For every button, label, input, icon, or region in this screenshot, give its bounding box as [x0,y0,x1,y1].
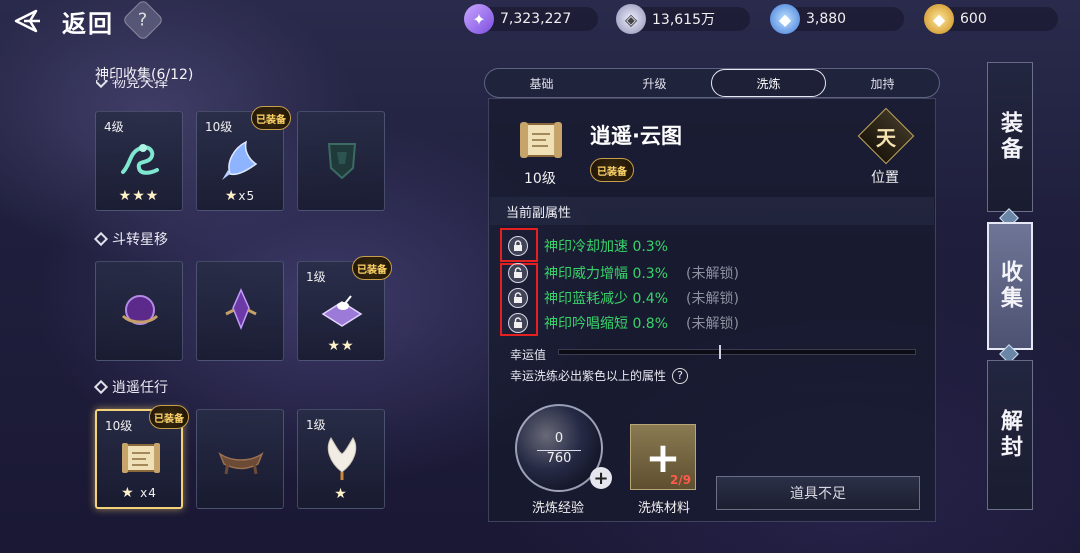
equipped-badge: 已装备 [149,405,189,429]
section-label: 斗转星移 [93,229,168,249]
collection-slot[interactable] [95,261,183,361]
attribute-row: 神印冷却加速 0.3% [508,235,668,257]
currency-value: 3,880 [806,11,847,27]
material-label: 洗炼材料 [638,501,691,516]
collection-slot[interactable] [196,261,284,361]
collection-slot[interactable]: 10级 ★x5 已装备 [196,106,291,211]
green-shield-icon [317,134,367,184]
detail-tabs: 基础 升级 洗炼 加持 [484,68,940,98]
currency-ticket[interactable]: ✦ 7,323,227 [464,4,598,34]
star-rating: ★ x4 [121,485,157,501]
attribute-row: 神印蓝耗减少 0.4% (未解锁) [508,287,739,309]
wooden-boat-icon [216,432,266,482]
currency-coin[interactable]: ◈ 13,615万 [616,4,750,34]
side-tab-unseal[interactable]: 解封 [987,360,1033,510]
exp-label: 洗炼经验 [532,501,585,516]
silver-coin-icon: ◈ [616,4,646,34]
equipped-badge: 已装备 [251,106,291,130]
back-button[interactable] [6,4,46,38]
sub-attributes-header: 当前副属性 [490,197,934,225]
side-tab-equip[interactable]: 装备 [987,62,1033,212]
luck-hint: 幸运洗练必出紫色以上的属性 ? [510,367,689,384]
refine-action-button[interactable]: 道具不足 [716,476,920,510]
grade-text: 天 [876,125,896,150]
attribute-text: 神印冷却加速 0.3% [544,239,669,255]
attribute-locked-note: (未解锁) [686,316,739,332]
material-count: 2/9 [670,473,692,487]
add-exp-button[interactable]: + [590,467,612,489]
purple-crystal-icon [216,284,266,334]
section-label: 逍遥任行 [93,377,168,397]
equipped-badge: 已装备 [352,256,392,280]
attribute-row: 神印吟唱缩短 0.8% (未解锁) [508,312,739,334]
section-label-partial: 物竞天择 [96,80,168,94]
luck-progress-bar [558,349,916,355]
lock-closed-icon[interactable] [508,236,528,256]
attribute-text: 神印蓝耗减少 0.4% [544,291,669,307]
help-icon[interactable]: ? [672,367,689,384]
tab-refine[interactable]: 洗炼 [711,69,826,97]
purple-cushion-icon [317,284,367,334]
currency-gold-gem[interactable]: ◆ 600 [924,4,1058,34]
lock-open-icon[interactable] [508,263,528,283]
collection-slot-selected[interactable]: 10级 ★ x4 已装备 [95,405,189,509]
equipped-badge: 已装备 [590,158,634,182]
help-button[interactable]: ? [121,0,165,42]
tab-basic[interactable]: 基础 [485,69,598,97]
feather-fan-icon [317,432,367,482]
purple-orb-icon [115,284,165,334]
gold-gem-icon: ◆ [924,4,954,34]
luck-label: 幸运值 [510,348,547,362]
tab-upgrade[interactable]: 升级 [598,69,711,97]
attribute-row: 神印威力增幅 0.3% (未解锁) [508,262,739,284]
exp-current: 0 [554,431,564,446]
luck-marker [719,345,721,359]
blue-fish-icon [216,134,266,184]
currency-value: 7,323,227 [500,11,572,27]
attribute-locked-note: (未解锁) [686,291,739,307]
purple-ticket-icon: ✦ [464,4,494,34]
currency-value: 13,615万 [652,12,715,28]
collection-slot[interactable]: 4级 ★★★ [95,111,183,211]
item-name: 逍遥·云图 [590,124,682,148]
position-label: 位置 [871,170,899,186]
lock-open-icon[interactable] [508,313,528,333]
attribute-text: 神印吟唱缩短 0.8% [544,316,669,332]
scroll-icon [514,116,568,166]
help-label: ? [138,9,148,31]
attribute-text: 神印威力增幅 0.3% [544,266,669,282]
scroll-icon [116,433,166,483]
side-tab-collect[interactable]: 收集 [987,222,1033,350]
collection-slot[interactable] [297,111,385,211]
lock-open-icon[interactable] [508,288,528,308]
collection-slot[interactable] [196,409,284,509]
collection-slot[interactable]: 1级 ★ [297,409,385,509]
collection-slot[interactable]: 1级 ★★ 已装备 [297,256,392,361]
back-arrow-icon [14,9,40,33]
jade-sprite-icon [115,134,165,184]
exp-total: 760 [546,451,572,466]
currency-value: 600 [960,11,987,27]
attribute-locked-note: (未解锁) [686,266,739,282]
currency-blue-gem[interactable]: ◆ 3,880 [770,4,904,34]
item-level: 10级 [524,171,556,187]
back-label[interactable]: 返回 [62,4,114,39]
blue-gem-icon: ◆ [770,4,800,34]
star-rating: ★x5 [224,188,256,204]
tab-enhance[interactable]: 加持 [826,69,939,97]
